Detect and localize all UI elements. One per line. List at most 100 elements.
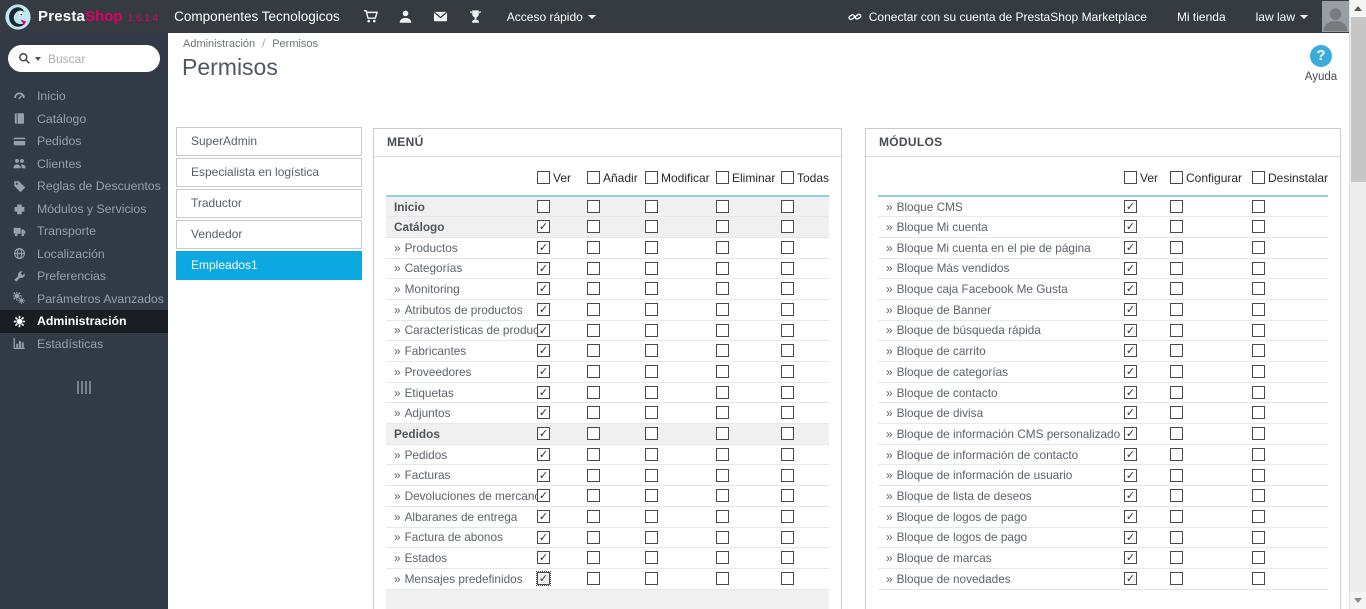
permission-checkbox[interactable]: [587, 344, 600, 358]
permission-checkbox[interactable]: ✓: [1124, 365, 1137, 379]
permission-checkbox[interactable]: [716, 323, 729, 337]
permission-checkbox[interactable]: [716, 303, 729, 317]
vertical-scrollbar[interactable]: [1349, 0, 1366, 609]
permission-checkbox[interactable]: [1170, 385, 1183, 399]
shop-name-link[interactable]: Componentes Tecnologicos: [174, 9, 340, 24]
permission-checkbox[interactable]: [645, 323, 658, 337]
permission-checkbox[interactable]: [537, 199, 550, 213]
permission-checkbox[interactable]: [645, 551, 658, 565]
permission-checkbox[interactable]: [1252, 468, 1265, 482]
help-button[interactable]: ? Ayuda: [1297, 45, 1345, 83]
breadcrumb-section[interactable]: Administración: [183, 38, 255, 50]
my-shop-link[interactable]: Mi tienda: [1177, 10, 1226, 24]
permission-checkbox[interactable]: [1252, 303, 1265, 317]
prestashop-logo[interactable]: Presta Shop 1.6.1.4: [5, 3, 158, 30]
permission-checkbox[interactable]: [1170, 282, 1183, 296]
permission-checkbox[interactable]: [587, 530, 600, 544]
permission-checkbox[interactable]: [716, 427, 729, 441]
permission-checkbox[interactable]: ✓: [1124, 303, 1137, 317]
permission-checkbox[interactable]: ✓: [537, 220, 550, 234]
permission-checkbox[interactable]: [645, 447, 658, 461]
permission-checkbox[interactable]: ✓: [537, 323, 550, 337]
permission-checkbox[interactable]: [587, 468, 600, 482]
permission-checkbox[interactable]: [1252, 447, 1265, 461]
permission-checkbox[interactable]: [716, 240, 729, 254]
permission-checkbox[interactable]: [1252, 385, 1265, 399]
permission-checkbox[interactable]: [587, 303, 600, 317]
permission-checkbox[interactable]: ✓: [1124, 220, 1137, 234]
permission-checkbox[interactable]: [645, 220, 658, 234]
employee-menu[interactable]: law law: [1256, 10, 1308, 24]
sidebar-item-inicio[interactable]: Inicio: [0, 85, 168, 108]
permission-checkbox[interactable]: ✓: [537, 427, 550, 441]
envelope-icon[interactable]: [433, 9, 448, 24]
permission-checkbox[interactable]: [645, 489, 658, 503]
permission-checkbox[interactable]: ✓: [537, 509, 550, 523]
permission-checkbox[interactable]: ✓: [1124, 385, 1137, 399]
permission-checkbox[interactable]: [1170, 427, 1183, 441]
permission-checkbox[interactable]: [716, 406, 729, 420]
permission-checkbox[interactable]: [781, 303, 794, 317]
permission-checkbox[interactable]: ✓: [537, 489, 550, 503]
permission-checkbox[interactable]: [587, 427, 600, 441]
permission-checkbox[interactable]: [1252, 551, 1265, 565]
permission-checkbox[interactable]: ✓: [1124, 489, 1137, 503]
sidebar-item-clientes[interactable]: Clientes: [0, 153, 168, 176]
permission-checkbox[interactable]: ✓: [537, 551, 550, 565]
permission-checkbox[interactable]: [716, 199, 729, 213]
permission-checkbox[interactable]: [1170, 447, 1183, 461]
permission-checkbox[interactable]: [645, 199, 658, 213]
permission-checkbox[interactable]: [587, 365, 600, 379]
sidebar-item-preferencias[interactable]: Preferencias: [0, 265, 168, 288]
permission-checkbox[interactable]: [587, 282, 600, 296]
permission-checkbox[interactable]: ✓: [1124, 344, 1137, 358]
search-input[interactable]: [48, 51, 150, 66]
permission-checkbox[interactable]: ✓: [537, 468, 550, 482]
permission-checkbox[interactable]: [781, 551, 794, 565]
sidebar-item-transporte[interactable]: Transporte: [0, 220, 168, 243]
marketplace-link[interactable]: Conectar con su cuenta de PrestaShop Mar…: [848, 10, 1147, 24]
permission-checkbox[interactable]: [1170, 344, 1183, 358]
permission-checkbox[interactable]: [645, 385, 658, 399]
permission-checkbox[interactable]: [716, 551, 729, 565]
permission-checkbox[interactable]: [1252, 240, 1265, 254]
permission-checkbox[interactable]: [645, 509, 658, 523]
permission-checkbox[interactable]: ✓: [1124, 261, 1137, 275]
permission-checkbox[interactable]: [716, 468, 729, 482]
permission-checkbox[interactable]: [1170, 468, 1183, 482]
select-all-desinstalar-checkbox[interactable]: [1252, 171, 1265, 185]
scrollbar-thumb[interactable]: [1351, 17, 1366, 182]
permission-checkbox[interactable]: [781, 509, 794, 523]
permission-checkbox[interactable]: [716, 509, 729, 523]
select-all-configurar-checkbox[interactable]: [1170, 171, 1183, 185]
permission-checkbox[interactable]: ✓: [1124, 282, 1137, 296]
select-all-modificar-checkbox[interactable]: [645, 171, 658, 185]
permission-checkbox[interactable]: [1252, 323, 1265, 337]
permission-checkbox[interactable]: [1252, 530, 1265, 544]
cart-icon[interactable]: [363, 9, 378, 24]
permission-checkbox[interactable]: [1170, 220, 1183, 234]
permission-checkbox[interactable]: [587, 551, 600, 565]
permission-checkbox[interactable]: ✓: [537, 240, 550, 254]
permission-checkbox[interactable]: ✓: [1124, 199, 1137, 213]
sidebar-item-estadisticas[interactable]: Estadísticas: [0, 333, 168, 356]
permission-checkbox[interactable]: ✓: [1124, 240, 1137, 254]
permission-checkbox[interactable]: [1170, 551, 1183, 565]
permission-checkbox[interactable]: ✓: [537, 365, 550, 379]
permission-checkbox[interactable]: [781, 447, 794, 461]
permission-checkbox[interactable]: [716, 261, 729, 275]
permission-checkbox[interactable]: [587, 385, 600, 399]
select-all-ver-checkbox[interactable]: [1124, 171, 1137, 185]
sidebar-search[interactable]: [8, 45, 160, 72]
sidebar-item-administracion[interactable]: Administración: [0, 310, 168, 333]
profile-item-superadmin[interactable]: SuperAdmin: [176, 127, 362, 156]
permission-checkbox[interactable]: [1252, 571, 1265, 585]
select-all-todas-checkbox[interactable]: [781, 171, 794, 185]
select-all-eliminar-checkbox[interactable]: [716, 171, 729, 185]
permission-checkbox[interactable]: [587, 220, 600, 234]
permission-checkbox[interactable]: [1252, 509, 1265, 523]
permission-checkbox[interactable]: [1252, 489, 1265, 503]
permission-checkbox[interactable]: ✓: [536, 570, 551, 586]
permission-checkbox[interactable]: [1170, 199, 1183, 213]
permission-checkbox[interactable]: [781, 468, 794, 482]
